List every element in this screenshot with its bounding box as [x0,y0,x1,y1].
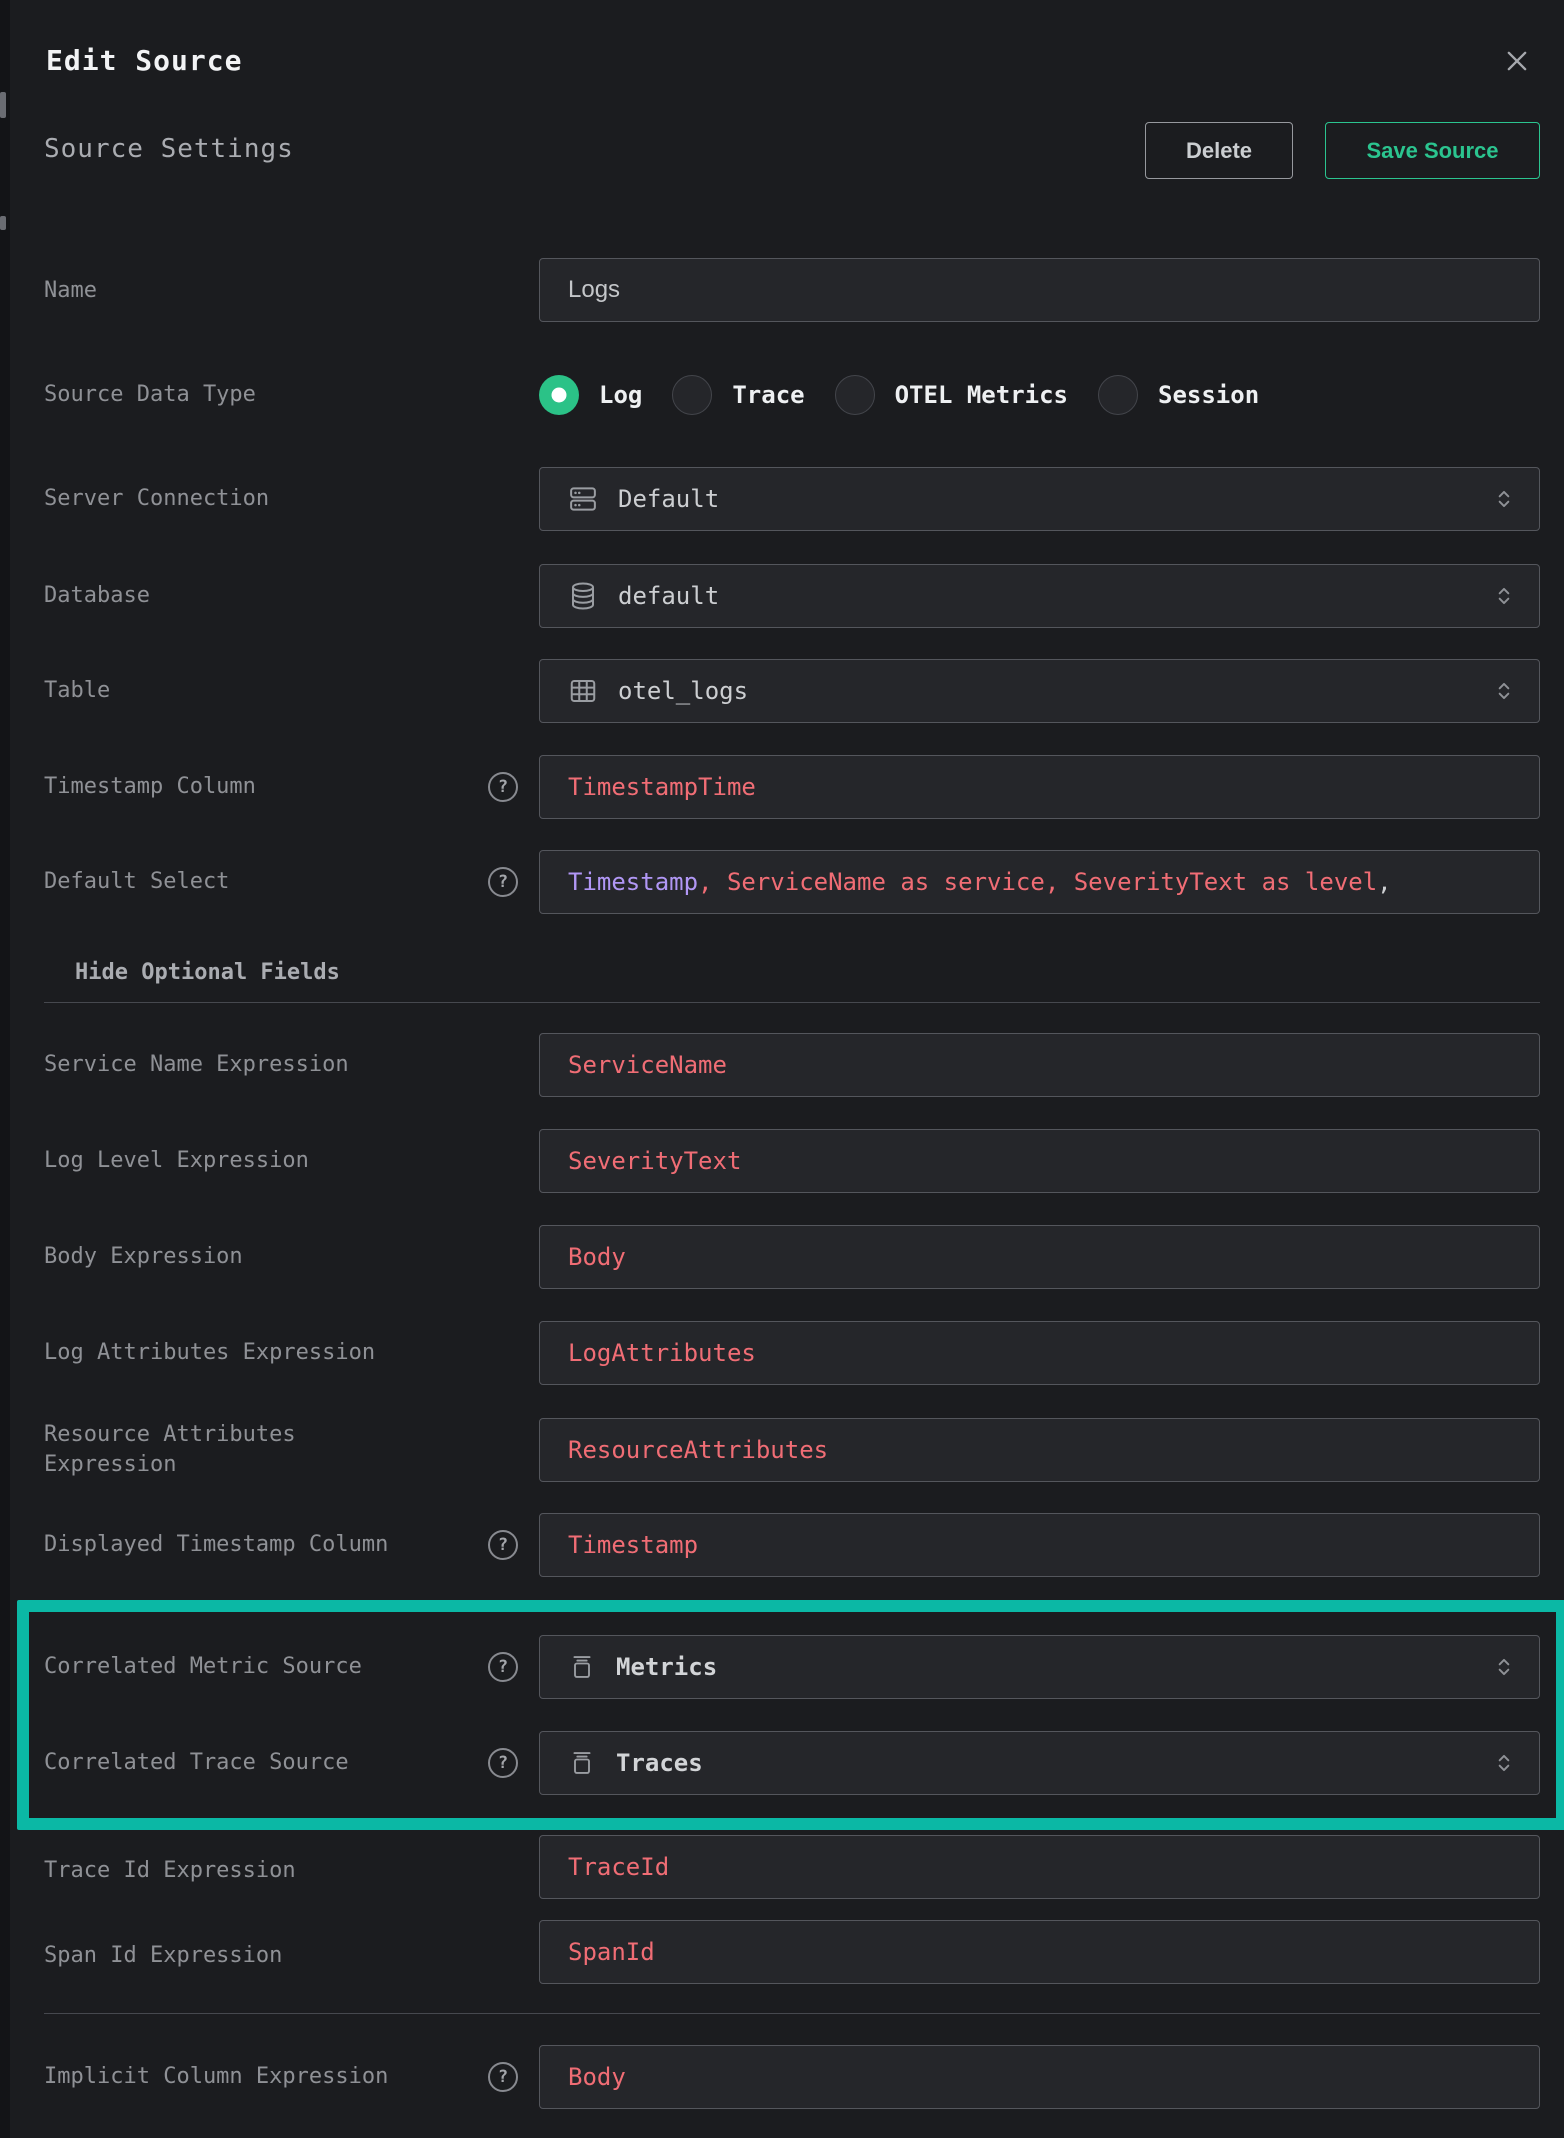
default-select-value: Timestamp, ServiceName as service, Sever… [568,868,1392,896]
resource-attributes-expression-input[interactable]: ResourceAttributes [539,1418,1540,1482]
correlated-trace-source-select[interactable]: Traces [539,1731,1540,1795]
radio-option-session[interactable]: Session [1098,375,1259,415]
radio-label: Trace [732,381,804,409]
correlated-trace-source-label: Correlated Trace Source [44,1748,474,1778]
log-attributes-expression-input[interactable]: LogAttributes [539,1321,1540,1385]
help-icon[interactable]: ? [488,772,518,802]
sql-expression-segment: , ServiceName as service, SeverityText a… [698,868,1377,896]
log-level-expression-value: SeverityText [568,1147,741,1175]
server-connection-value: Default [618,485,719,513]
container-icon [568,1749,596,1777]
radio-label: Log [599,381,642,409]
database-icon [568,581,598,611]
log-attributes-expression-label: Log Attributes Expression [44,1338,474,1368]
timestamp-column-input[interactable]: TimestampTime [539,755,1540,819]
chevron-updown-icon [1491,1750,1517,1776]
table-label: Table [44,676,474,706]
help-icon[interactable]: ? [488,1652,518,1682]
database-select[interactable]: default [539,564,1540,628]
sql-keyword-segment: Timestamp [568,868,698,896]
default-select-label: Default Select [44,867,474,897]
correlated-metric-source-label: Correlated Metric Source [44,1652,474,1682]
correlated-metric-source-select[interactable]: Metrics [539,1635,1540,1699]
help-icon[interactable]: ? [488,1748,518,1778]
radio-icon [539,375,579,415]
container-icon [568,1653,596,1681]
radio-label: Session [1158,381,1259,409]
page-background-edge [0,0,10,2138]
displayed-timestamp-column-value: Timestamp [568,1531,698,1559]
displayed-timestamp-column-label: Displayed Timestamp Column [44,1530,474,1560]
help-icon[interactable]: ? [488,1530,518,1560]
log-attributes-expression-value: LogAttributes [568,1339,756,1367]
radio-label: OTEL Metrics [895,381,1068,409]
trace-id-expression-label: Trace Id Expression [44,1856,474,1886]
radio-option-trace[interactable]: Trace [672,375,804,415]
server-connection-select[interactable]: Default [539,467,1540,531]
span-id-expression-value: SpanId [568,1938,655,1966]
implicit-column-expression-value: Body [568,2063,626,2091]
log-level-expression-label: Log Level Expression [44,1146,474,1176]
service-name-expression-label: Service Name Expression [44,1050,474,1080]
table-select[interactable]: otel_logs [539,659,1540,723]
body-expression-label: Body Expression [44,1242,474,1272]
table-icon [568,676,598,706]
correlated-metric-source-value: Metrics [616,1653,717,1681]
radio-icon [672,375,712,415]
resource-attributes-expression-label: Resource Attributes Expression [44,1420,384,1480]
background-fragment [0,92,6,118]
hide-optional-fields-toggle[interactable]: Hide Optional Fields [75,960,340,985]
correlated-trace-source-value: Traces [616,1749,703,1777]
help-icon[interactable]: ? [488,867,518,897]
radio-option-log[interactable]: Log [539,375,642,415]
displayed-timestamp-column-input[interactable]: Timestamp [539,1513,1540,1577]
database-label: Database [44,581,474,611]
trace-id-expression-input[interactable]: TraceId [539,1835,1540,1899]
name-input[interactable]: Logs [539,258,1540,322]
name-label: Name [44,276,474,306]
table-value: otel_logs [618,677,748,705]
span-id-expression-label: Span Id Expression [44,1941,474,1971]
implicit-column-expression-label: Implicit Column Expression [44,2062,474,2092]
modal-title: Edit Source [46,44,242,77]
close-icon[interactable] [1500,44,1534,78]
body-expression-input[interactable]: Body [539,1225,1540,1289]
name-value: Logs [568,276,620,304]
resource-attributes-expression-value: ResourceAttributes [568,1436,828,1464]
service-name-expression-value: ServiceName [568,1051,727,1079]
timestamp-column-label: Timestamp Column [44,772,474,802]
timestamp-column-value: TimestampTime [568,773,756,801]
background-fragment [0,216,6,230]
default-select-input[interactable]: Timestamp, ServiceName as service, Sever… [539,850,1540,914]
section-divider [44,2013,1540,2014]
chevron-updown-icon [1491,486,1517,512]
source-data-type-radio-group: Log Trace OTEL Metrics Session [539,375,1259,415]
sql-comma-segment: , [1377,868,1391,896]
edit-source-modal: Edit Source Source Settings Delete Save … [10,0,1564,2138]
database-value: default [618,582,719,610]
body-expression-value: Body [568,1243,626,1271]
radio-icon [1098,375,1138,415]
chevron-updown-icon [1491,1654,1517,1680]
log-level-expression-input[interactable]: SeverityText [539,1129,1540,1193]
help-icon[interactable]: ? [488,2062,518,2092]
delete-button[interactable]: Delete [1145,122,1293,179]
save-source-button[interactable]: Save Source [1325,122,1540,179]
radio-option-otel-metrics[interactable]: OTEL Metrics [835,375,1068,415]
radio-icon [835,375,875,415]
server-icon [568,484,598,514]
implicit-column-expression-input[interactable]: Body [539,2045,1540,2109]
service-name-expression-input[interactable]: ServiceName [539,1033,1540,1097]
server-connection-label: Server Connection [44,484,474,514]
trace-id-expression-value: TraceId [568,1853,669,1881]
chevron-updown-icon [1491,583,1517,609]
span-id-expression-input[interactable]: SpanId [539,1920,1540,1984]
chevron-updown-icon [1491,678,1517,704]
section-divider [44,1002,1540,1003]
source-data-type-label: Source Data Type [44,380,474,410]
section-title: Source Settings [44,134,294,164]
